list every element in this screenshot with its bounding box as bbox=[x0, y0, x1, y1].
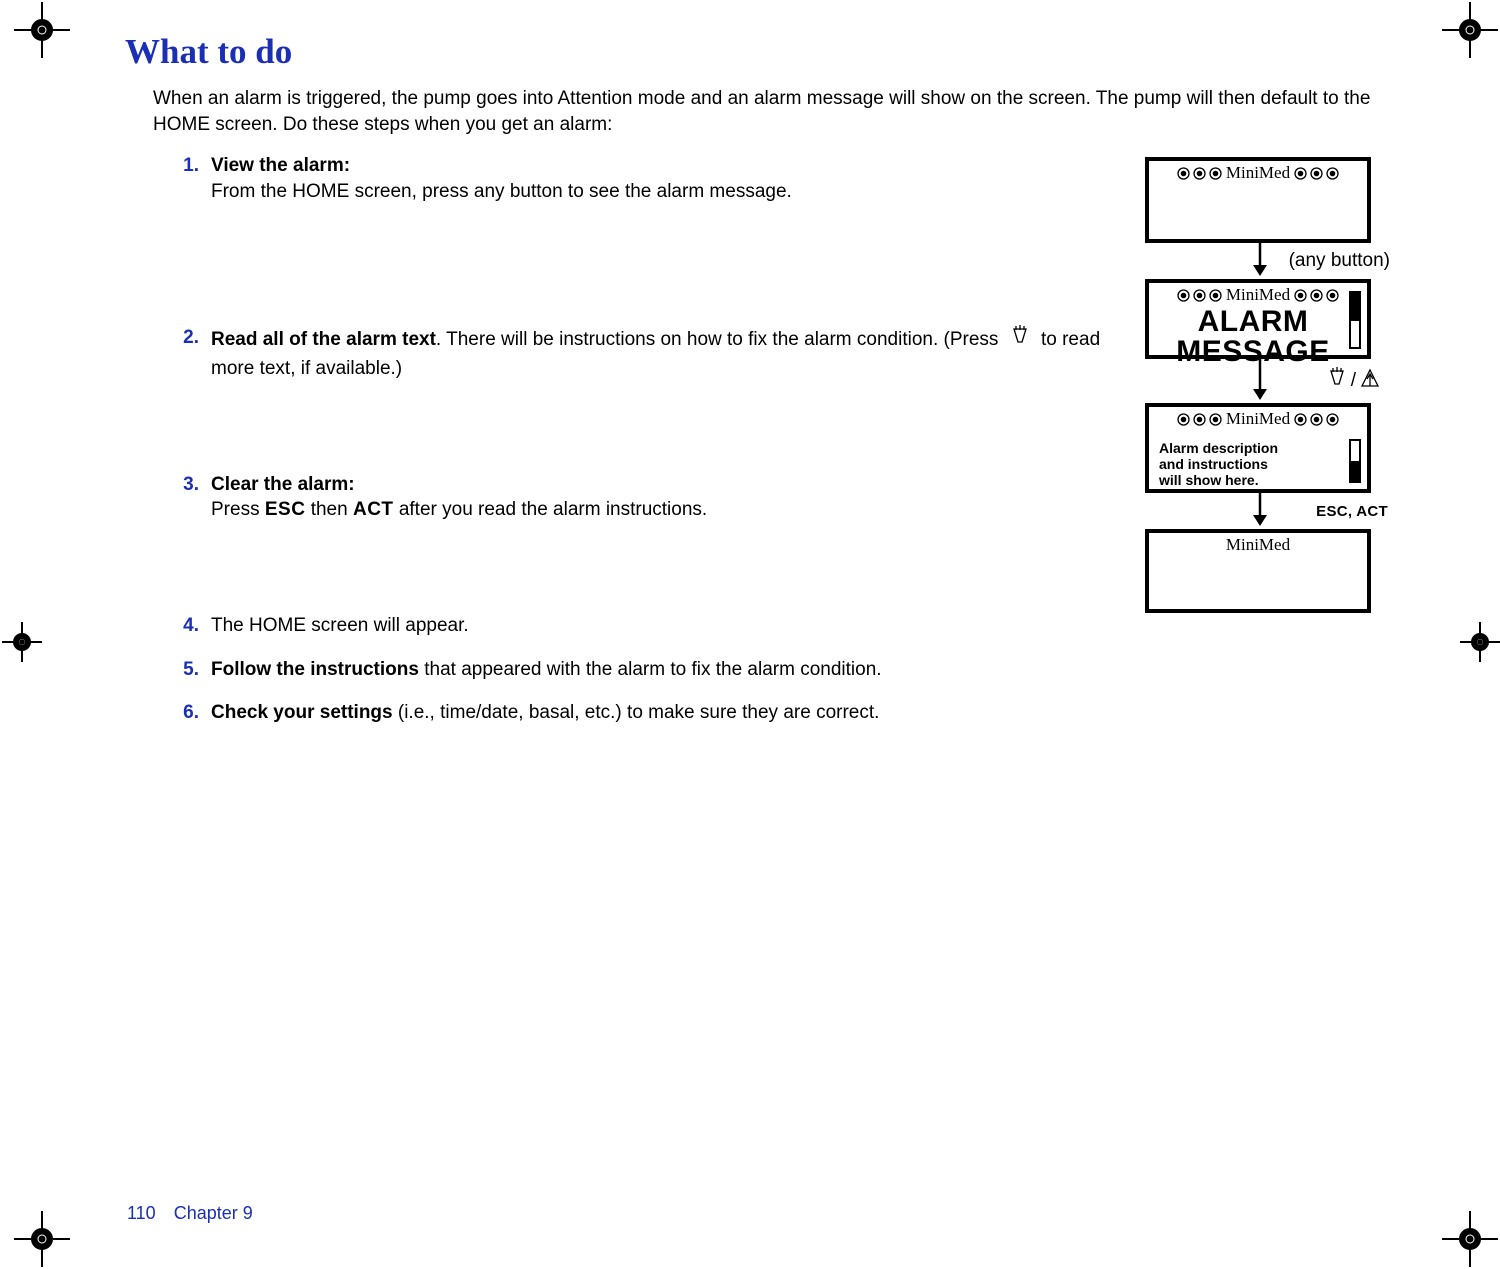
scrollbar-icon bbox=[1349, 439, 1361, 483]
step-number: 4. bbox=[177, 613, 199, 639]
page-number: 110 bbox=[127, 1203, 156, 1224]
arrow-any-button: (any button) bbox=[1145, 245, 1390, 277]
act-key-label: ACT bbox=[353, 499, 394, 520]
step-text: From the HOME screen, press any button t… bbox=[211, 181, 792, 202]
pump-brand-label: MiniMed bbox=[1226, 409, 1290, 429]
pump-screen-alarm: MiniMed ALARM MESSAGE bbox=[1145, 279, 1371, 359]
step-3: 3. Clear the alarm: Press ESC then ACT a… bbox=[177, 472, 1111, 523]
crop-mark-mid-right bbox=[1458, 620, 1500, 664]
step-bold: Read all of the alarm text bbox=[211, 329, 436, 350]
intro-paragraph: When an alarm is triggered, the pump goe… bbox=[153, 86, 1390, 137]
status-dots-right-icon bbox=[1294, 413, 1339, 426]
step-bold: Check your settings bbox=[211, 702, 393, 723]
step-1: 1. View the alarm: From the HOME screen,… bbox=[177, 153, 1111, 204]
status-dots-right-icon bbox=[1294, 289, 1339, 302]
step-text: The HOME screen will appear. bbox=[211, 615, 469, 636]
step-text-mid: then bbox=[305, 499, 353, 520]
step-text-pre: Press bbox=[211, 499, 265, 520]
page-footer: 110 Chapter 9 bbox=[127, 1203, 253, 1224]
step-bold: Clear the alarm: bbox=[211, 474, 355, 495]
desc-line1: Alarm description bbox=[1159, 441, 1341, 457]
steps-list: 1. View the alarm: From the HOME screen,… bbox=[125, 153, 1111, 726]
step-text-post: after you read the alarm instructions. bbox=[394, 499, 708, 520]
status-dots-left-icon bbox=[1177, 167, 1222, 180]
down-button-icon bbox=[1008, 325, 1032, 357]
page-content: What to do When an alarm is triggered, t… bbox=[125, 32, 1390, 1222]
esc-act-label: ESC, ACT bbox=[1316, 503, 1388, 520]
scrollbar-icon bbox=[1349, 291, 1361, 349]
step-number: 2. bbox=[177, 325, 199, 382]
pump-screen-description: MiniMed Alarm description and instructio… bbox=[1145, 403, 1371, 493]
alarm-text-line1: ALARM bbox=[1159, 307, 1347, 337]
pump-screen-home-1: MiniMed bbox=[1145, 157, 1371, 243]
arrow-esc-act: ESC, ACT bbox=[1145, 495, 1390, 527]
up-button-icon bbox=[1358, 367, 1382, 396]
step-number: 5. bbox=[177, 657, 199, 683]
down-arrow-icon bbox=[1251, 493, 1269, 527]
pump-screen-home-2: MiniMed bbox=[1145, 529, 1371, 613]
step-6: 6. Check your settings (i.e., time/date,… bbox=[177, 700, 1111, 726]
any-button-label: (any button) bbox=[1289, 250, 1390, 272]
section-title: What to do bbox=[125, 32, 1390, 72]
step-text: (i.e., time/date, basal, etc.) to make s… bbox=[393, 702, 880, 723]
esc-key-label: ESC bbox=[265, 499, 306, 520]
arrow-scroll: / bbox=[1145, 361, 1390, 401]
step-text: . There will be instructions on how to f… bbox=[436, 329, 1004, 350]
step-4: 4. The HOME screen will appear. bbox=[177, 613, 1111, 639]
pump-brand-label: MiniMed bbox=[1226, 163, 1290, 183]
step-number: 6. bbox=[177, 700, 199, 726]
crop-mark-bottom-right bbox=[1440, 1209, 1500, 1269]
step-number: 3. bbox=[177, 472, 199, 523]
step-bold: View the alarm: bbox=[211, 155, 350, 176]
step-2: 2. Read all of the alarm text. There wil… bbox=[177, 325, 1111, 382]
step-bold: Follow the instructions bbox=[211, 659, 419, 680]
step-number: 1. bbox=[177, 153, 199, 204]
crop-mark-top-right bbox=[1440, 0, 1500, 60]
pump-brand-label: MiniMed bbox=[1226, 285, 1290, 305]
crop-mark-top-left bbox=[12, 0, 72, 60]
down-arrow-icon bbox=[1251, 359, 1269, 401]
crop-mark-mid-left bbox=[0, 620, 44, 664]
step-5: 5. Follow the instructions that appeared… bbox=[177, 657, 1111, 683]
desc-line2: and instructions bbox=[1159, 457, 1341, 473]
down-button-icon bbox=[1325, 367, 1349, 396]
desc-line3: will show here. bbox=[1159, 473, 1341, 489]
pump-brand-label: MiniMed bbox=[1226, 535, 1290, 555]
slash-label: / bbox=[1351, 370, 1356, 392]
chapter-label: Chapter 9 bbox=[174, 1203, 253, 1224]
step-text: that appeared with the alarm to fix the … bbox=[419, 659, 882, 680]
status-dots-left-icon bbox=[1177, 289, 1222, 302]
pump-screens-column: MiniMed (any button) MiniMed ALARM MESSA bbox=[1145, 157, 1390, 613]
crop-mark-bottom-left bbox=[12, 1209, 72, 1269]
status-dots-left-icon bbox=[1177, 413, 1222, 426]
status-dots-right-icon bbox=[1294, 167, 1339, 180]
down-arrow-icon bbox=[1251, 243, 1269, 277]
